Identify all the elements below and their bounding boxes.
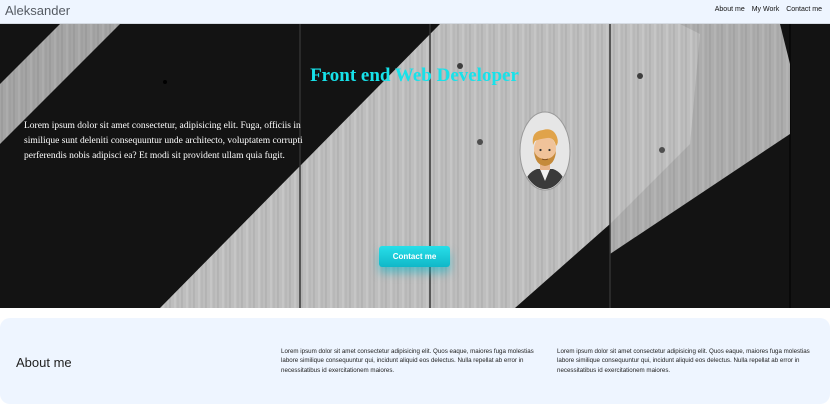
navbar: Aleksander About me My Work Contact me (0, 0, 830, 24)
hero-description: Lorem ipsum dolor sit amet consectetur, … (24, 121, 303, 161)
contact-me-button[interactable]: Contact me (379, 246, 450, 267)
hero-section: Front end Web Developer Lorem ipsum dolo… (0, 24, 830, 308)
nav-link-contact[interactable]: Contact me (786, 6, 822, 13)
nav-link-about[interactable]: About me (715, 6, 745, 13)
hero-title: Front end Web Developer (310, 65, 519, 86)
about-paragraph-1: Lorem ipsum dolor sit amet consectetur a… (281, 348, 534, 374)
avatar-illustration (519, 111, 571, 191)
nav-link-work[interactable]: My Work (752, 6, 779, 13)
about-section: About me Lorem ipsum dolor sit amet cons… (0, 318, 830, 404)
nav-links: About me My Work Contact me (715, 6, 822, 13)
about-paragraph-2: Lorem ipsum dolor sit amet consectetur a… (557, 348, 810, 374)
brand-logo[interactable]: Aleksander (5, 3, 70, 18)
about-title: About me (16, 355, 72, 370)
